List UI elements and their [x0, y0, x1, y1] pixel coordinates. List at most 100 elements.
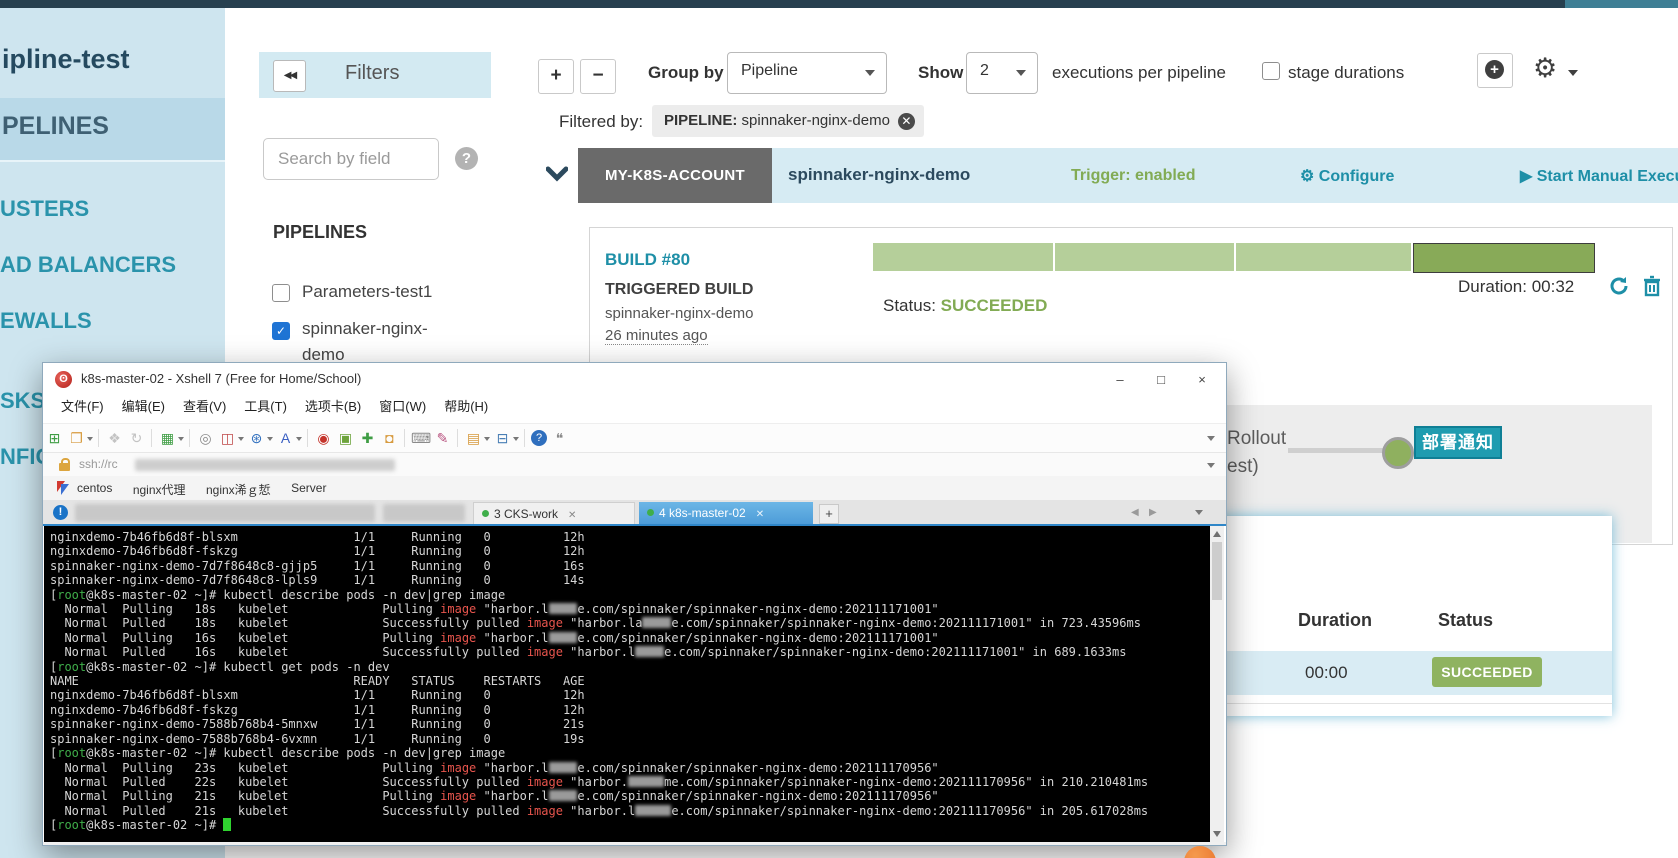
- sidebar-item-pipelines-label[interactable]: PELINES: [2, 112, 109, 141]
- zoom-out-button[interactable]: −: [580, 59, 616, 94]
- build-number-link[interactable]: BUILD #80: [605, 250, 690, 270]
- tab-cks-work[interactable]: 3 CKS-work ✕: [473, 502, 635, 525]
- find-icon[interactable]: ◎: [196, 428, 215, 449]
- checkbox-parameters-test1-label[interactable]: Parameters-test1: [302, 282, 432, 302]
- help-icon[interactable]: ?: [531, 430, 547, 446]
- create-button[interactable]: +: [1477, 53, 1513, 88]
- new-session-icon[interactable]: ⊞: [45, 428, 64, 449]
- scroll-down-icon[interactable]: [1213, 831, 1221, 837]
- xshell-menu-item-5[interactable]: 窗口(W): [379, 396, 426, 415]
- refresh-icon[interactable]: [1608, 275, 1630, 297]
- web-icon-caret[interactable]: [267, 437, 273, 441]
- font-icon-caret[interactable]: [296, 437, 302, 441]
- lock-icon[interactable]: ◘: [380, 428, 399, 449]
- keyboard-icon[interactable]: ⌨: [411, 428, 431, 449]
- sidebar-item-tasks[interactable]: SKS: [0, 388, 45, 414]
- censored-text: [627, 775, 665, 787]
- pipeline-name[interactable]: spinnaker-nginx-demo: [788, 165, 970, 185]
- trash-icon[interactable]: [1642, 275, 1662, 297]
- floating-bubble[interactable]: [1184, 846, 1216, 858]
- duplicate-session-icon[interactable]: ❖: [105, 428, 124, 449]
- terminal[interactable]: nginxdemo-7b46fb6d8f-blsxm 1/1 Running 0…: [44, 526, 1210, 842]
- session-properties-icon[interactable]: ▦: [158, 428, 177, 449]
- minimize-button[interactable]: –: [1103, 367, 1137, 392]
- bookmark-nginx-mojibake[interactable]: nginx浠ｇ悊: [206, 481, 271, 498]
- sidebar-item-load-balancers[interactable]: AD BALANCERS: [0, 252, 176, 278]
- maximize-button[interactable]: □: [1144, 367, 1178, 392]
- new-file-icon[interactable]: ▤: [464, 428, 483, 449]
- address-caret-icon[interactable]: [1207, 463, 1215, 468]
- tab-scroll-left-icon[interactable]: ◀: [1131, 507, 1139, 518]
- sidebar-item-firewalls[interactable]: EWALLS: [0, 308, 92, 334]
- xshell-menu-item-6[interactable]: 帮助(H): [444, 396, 488, 415]
- tile-icon-caret[interactable]: [513, 437, 519, 441]
- fullscreen-icon[interactable]: ✚: [358, 428, 377, 449]
- stage-durations-checkbox[interactable]: [1262, 62, 1280, 80]
- show-select[interactable]: 2: [966, 52, 1038, 94]
- bookmark-nginx-proxy[interactable]: nginx代理: [133, 481, 186, 498]
- checkbox-spinnaker-label-line1[interactable]: spinnaker-nginx-: [302, 319, 428, 339]
- checkbox-parameters-test1[interactable]: [272, 284, 290, 302]
- layout-icon-caret[interactable]: [238, 437, 244, 441]
- toolbar-separator: [98, 429, 99, 447]
- stage-bar-segment-2[interactable]: [1055, 243, 1234, 271]
- xshell-title-bar[interactable]: ʘ k8s-master-02 - Xshell 7 (Free for Hom…: [43, 363, 1226, 396]
- compose-icon[interactable]: ✎: [433, 428, 452, 449]
- tab-k8s-master-02-active[interactable]: 4 k8s-master-02 ✕: [639, 502, 813, 524]
- xshell-menu-item-0[interactable]: 文件(F): [61, 396, 104, 415]
- web-icon[interactable]: ⊛: [247, 428, 266, 449]
- start-manual-execution-link[interactable]: ▶ Start Manual Execu: [1520, 166, 1678, 186]
- alert-icon[interactable]: !: [53, 505, 68, 520]
- xshell-menu-item-3[interactable]: 工具(T): [244, 396, 287, 415]
- configure-link[interactable]: ⚙ Configure: [1300, 166, 1394, 186]
- open-session-icon[interactable]: ❐: [67, 428, 86, 449]
- collapse-filters-button[interactable]: ◀◀: [273, 60, 306, 92]
- xagent-icon[interactable]: ▣: [336, 428, 355, 449]
- toolbar-overflow-caret-icon[interactable]: [1207, 436, 1215, 441]
- group-by-select[interactable]: Pipeline: [727, 52, 887, 94]
- xshell-menu-item-4[interactable]: 选项卡(B): [305, 396, 361, 415]
- xshell-icon[interactable]: ◉: [314, 428, 333, 449]
- open-session-icon-caret[interactable]: [87, 437, 93, 441]
- help-icon[interactable]: ?: [455, 147, 478, 170]
- scroll-up-icon[interactable]: [1213, 531, 1221, 537]
- xshell-window[interactable]: ʘ k8s-master-02 - Xshell 7 (Free for Hom…: [42, 362, 1227, 846]
- tile-icon[interactable]: ⊟: [493, 428, 512, 449]
- stage-node[interactable]: [1382, 437, 1414, 469]
- stage-bar-segment-4-selected[interactable]: [1413, 243, 1595, 273]
- details-row[interactable]: [1160, 651, 1612, 695]
- xshell-menu-item-2[interactable]: 查看(V): [183, 396, 226, 415]
- notify-stage-chip[interactable]: 部署通知: [1414, 426, 1502, 459]
- terminal-cursor: [223, 818, 232, 832]
- tab-list-caret-icon[interactable]: [1195, 510, 1203, 515]
- zoom-in-button[interactable]: +: [538, 59, 574, 94]
- xshell-address-bar[interactable]: ssh://rc: [43, 452, 1226, 478]
- stage-bar-segment-1[interactable]: [873, 243, 1053, 271]
- reconnect-icon[interactable]: ↻: [127, 428, 146, 449]
- close-tab-icon[interactable]: ✕: [568, 510, 576, 521]
- collapse-group-chevron-icon[interactable]: [546, 166, 568, 182]
- scrollbar-thumb[interactable]: [1212, 542, 1222, 600]
- stage-durations-label[interactable]: stage durations: [1288, 63, 1404, 83]
- message-icon[interactable]: ❝: [550, 428, 569, 449]
- terminal-scrollbar[interactable]: [1210, 526, 1224, 842]
- close-button[interactable]: ×: [1185, 367, 1219, 392]
- sidebar-item-clusters[interactable]: USTERS: [0, 196, 89, 222]
- stage-bar-segment-3[interactable]: [1236, 243, 1411, 271]
- close-tab-icon[interactable]: ✕: [756, 509, 764, 520]
- checkbox-spinnaker-nginx-demo[interactable]: ✓: [272, 322, 290, 340]
- bookmark-centos[interactable]: centos: [77, 481, 112, 495]
- remove-filter-icon[interactable]: ✕: [897, 113, 915, 130]
- layout-icon[interactable]: ◫: [218, 428, 237, 449]
- xshell-menu-item-1[interactable]: 编辑(E): [122, 396, 165, 415]
- new-file-icon-caret[interactable]: [484, 437, 490, 441]
- gear-caret-icon[interactable]: [1568, 70, 1578, 76]
- font-icon[interactable]: A: [276, 428, 295, 449]
- tab-scroll-right-icon[interactable]: ▶: [1149, 507, 1157, 518]
- bookmark-server[interactable]: Server: [291, 481, 326, 495]
- new-tab-button[interactable]: +: [819, 504, 839, 524]
- gear-icon[interactable]: ⚙: [1533, 53, 1557, 84]
- filter-chip[interactable]: PIPELINE: spinnaker-nginx-demo ✕: [652, 105, 924, 137]
- search-input[interactable]: Search by field: [263, 138, 439, 180]
- session-properties-icon-caret[interactable]: [178, 437, 184, 441]
